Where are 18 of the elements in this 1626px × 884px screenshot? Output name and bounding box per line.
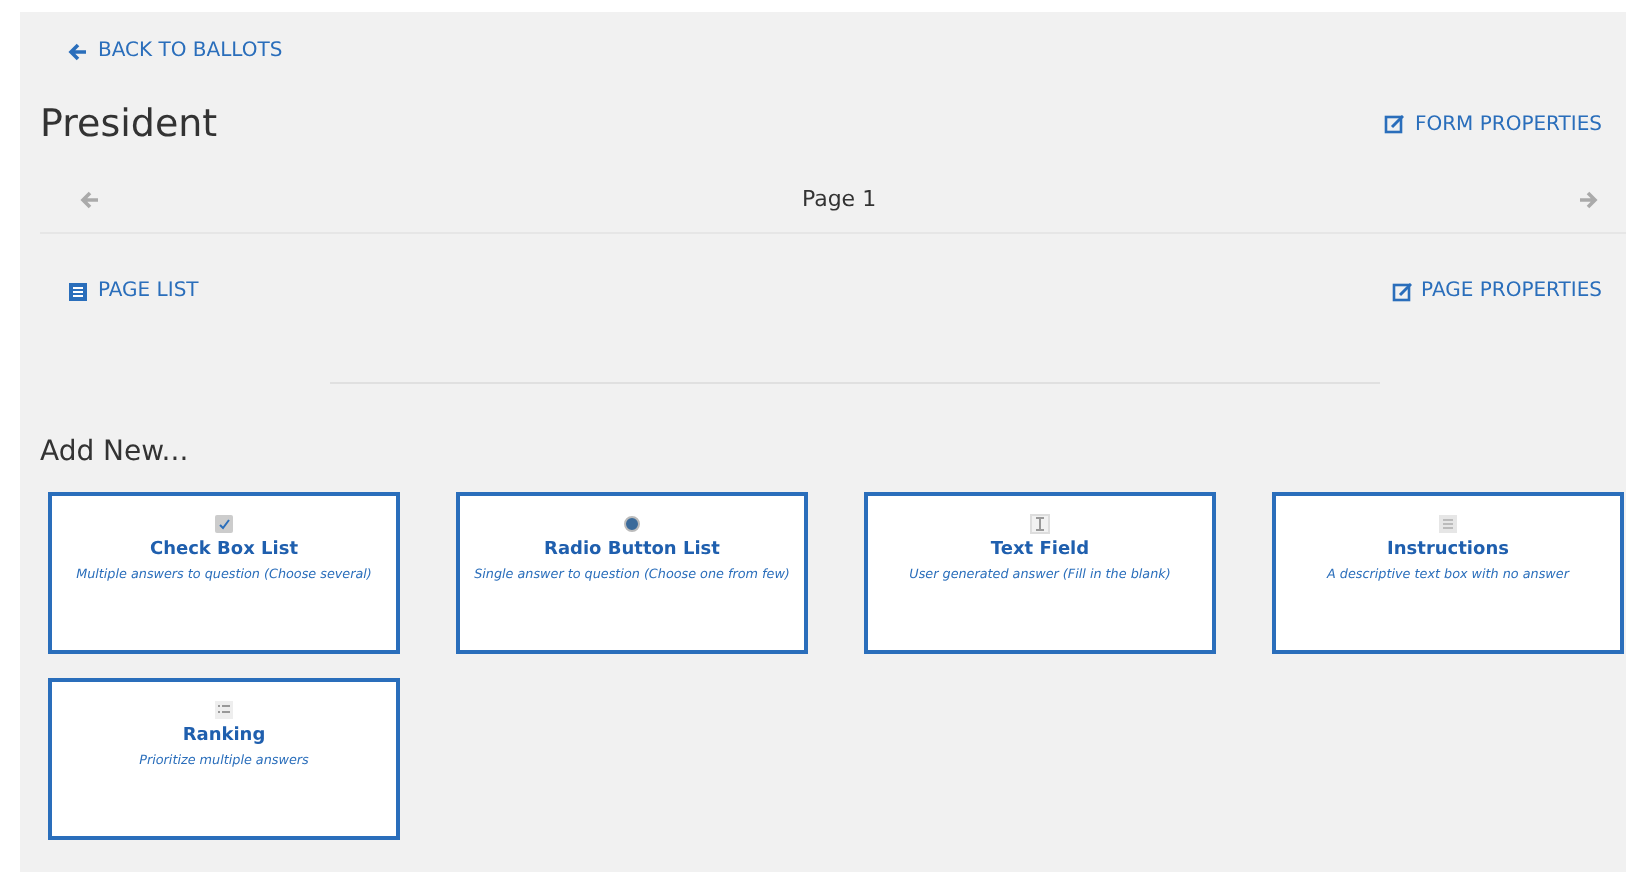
next-arrow-icon[interactable] — [1578, 189, 1598, 209]
page-label: Page 1 — [801, 186, 877, 212]
numbered-list-icon — [214, 700, 234, 720]
section-heading: Add New... — [40, 436, 191, 468]
page-properties-link[interactable]: PAGE PROPERTIES — [1391, 280, 1602, 302]
document-icon — [1438, 514, 1458, 534]
radio-icon — [622, 514, 642, 534]
back-arrow-icon[interactable] — [68, 41, 88, 61]
previous-arrow-icon[interactable] — [80, 189, 100, 209]
back-link[interactable]: BACK TO BALLOTS — [68, 40, 283, 62]
page-list-link[interactable]: PAGE LIST — [68, 280, 199, 302]
form-properties-link[interactable]: FORM PROPERTIES — [1384, 113, 1602, 135]
edit-icon — [1384, 114, 1405, 134]
checkbox-icon — [214, 514, 234, 534]
list-icon — [68, 281, 88, 301]
text-cursor-icon — [1030, 514, 1050, 534]
page-title: President — [40, 102, 218, 146]
edit-icon — [1391, 281, 1412, 301]
